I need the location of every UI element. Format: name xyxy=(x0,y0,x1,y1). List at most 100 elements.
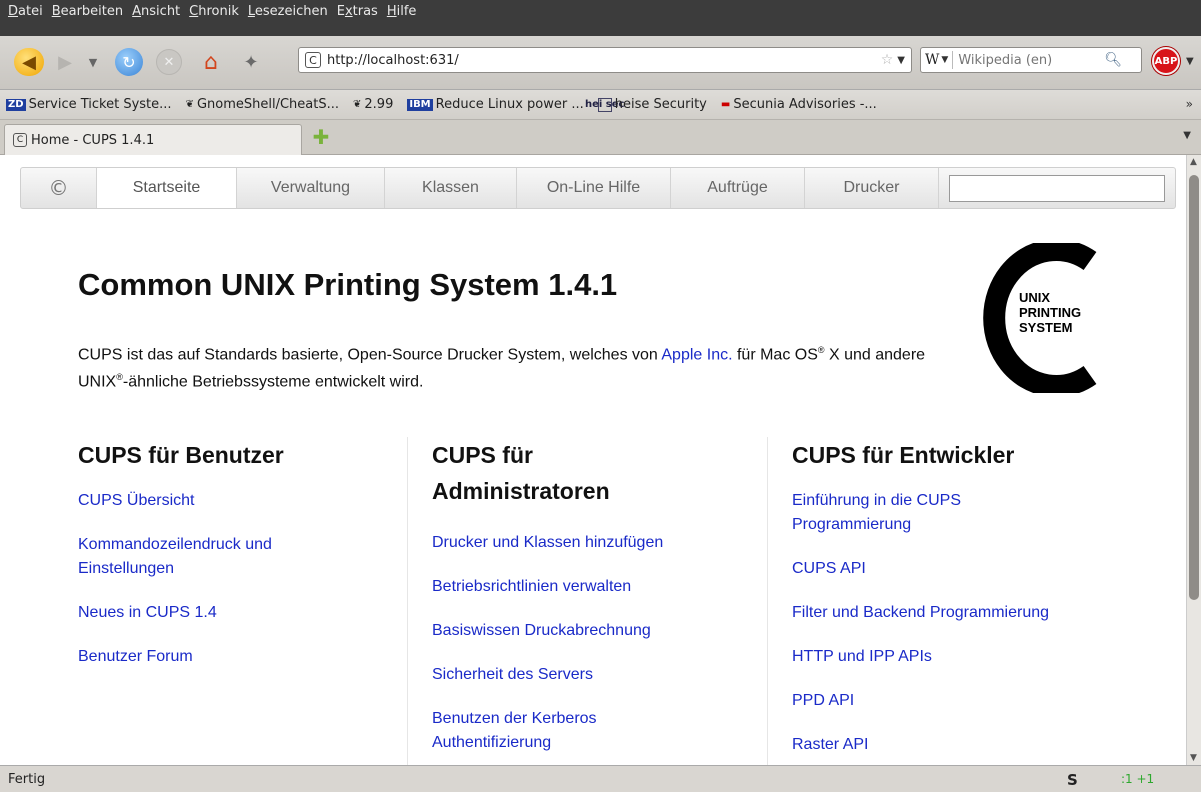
navigation-toolbar: ◀ ▶ ▼ ↻ ✕ ⌂ ✦ C http://localhost:631/ ☆ … xyxy=(0,36,1201,90)
page-title: Common UNIX Printing System 1.4.1 xyxy=(78,267,618,302)
tab-auftraege[interactable]: Auftrüge xyxy=(671,168,805,208)
column-heading: CUPS für Entwickler xyxy=(792,442,1015,468)
wikipedia-icon[interactable]: W xyxy=(925,52,939,68)
url-bar[interactable]: C http://localhost:631/ ☆ ▼ xyxy=(298,47,912,73)
heise-icon: hei sec xyxy=(585,97,625,112)
gnome-foot-icon: ❦ xyxy=(185,99,194,110)
cups-logo-icon[interactable]: © xyxy=(21,168,97,208)
status-bar: Fertig S :1 +1 xyxy=(0,765,1201,792)
search-icon[interactable]: 🔍︎ xyxy=(1104,52,1122,68)
menu-bearbeiten[interactable]: Bearbeiten xyxy=(52,4,123,19)
tab-online-hilfe[interactable]: On-Line Hilfe xyxy=(517,168,671,208)
link-raster-api[interactable]: Raster API xyxy=(792,736,868,753)
home-button[interactable]: ⌂ xyxy=(196,48,226,76)
link-neues-in-cups[interactable]: Neues in CUPS 1.4 xyxy=(78,604,217,621)
cups-navigation: © Startseite Verwaltung Klassen On-Line … xyxy=(20,167,1176,209)
search-input[interactable] xyxy=(958,52,1099,68)
bookmark-star-icon[interactable]: ☆ xyxy=(881,52,894,68)
intro-paragraph: CUPS ist das auf Standards basierte, Ope… xyxy=(78,345,926,391)
forward-arrow-icon: ▶ xyxy=(58,51,72,73)
tab-klassen[interactable]: Klassen xyxy=(385,168,517,208)
search-divider xyxy=(952,51,954,69)
gnome-foot-icon: ❦ xyxy=(353,99,362,110)
url-text[interactable]: http://localhost:631/ xyxy=(327,53,881,68)
column-developers: CUPS für Entwickler Einführung in die CU… xyxy=(767,437,1097,765)
link-drucker-hinzufuegen[interactable]: Drucker und Klassen hinzufügen xyxy=(432,534,663,551)
menu-datei[interactable]: Datei xyxy=(8,4,43,19)
menu-ansicht[interactable]: Ansicht xyxy=(132,4,180,19)
new-tab-button[interactable]: ✚ xyxy=(310,125,332,149)
link-cups-uebersicht[interactable]: CUPS Übersicht xyxy=(78,492,194,509)
chevron-down-icon[interactable]: ▼ xyxy=(941,55,948,65)
link-betriebsrichtlinien[interactable]: Betriebsrichtlinien verwalten xyxy=(432,578,631,595)
link-kerberos[interactable]: Benutzen der Kerberos Authentifizierung xyxy=(432,710,597,751)
column-admins: CUPS für Administratoren Drucker und Kla… xyxy=(407,437,743,765)
forward-button[interactable]: ▶ xyxy=(52,51,78,73)
page-content: © Startseite Verwaltung Klassen On-Line … xyxy=(0,155,1186,765)
sync-icon[interactable]: S xyxy=(1067,771,1078,789)
menu-hilfe[interactable]: Hilfe xyxy=(387,4,417,19)
chevron-right-icon[interactable]: » xyxy=(1186,97,1193,111)
bookmark-item[interactable]: ❦ 2.99 xyxy=(353,97,393,112)
chevron-down-icon: ▼ xyxy=(88,55,98,69)
menu-chronik[interactable]: Chronik xyxy=(189,4,239,19)
stop-icon: ✕ xyxy=(163,54,175,70)
zd-icon: ZD xyxy=(6,98,26,111)
status-text: Fertig xyxy=(8,771,46,787)
vertical-scrollbar[interactable]: ▲ ▼ xyxy=(1186,155,1201,765)
menu-extras[interactable]: Extras xyxy=(337,4,378,19)
link-sicherheit[interactable]: Sicherheit des Servers xyxy=(432,666,593,683)
chevron-down-icon[interactable]: ▼ xyxy=(1190,753,1197,763)
cups-favicon-icon: C xyxy=(13,133,27,147)
reload-icon: ↻ xyxy=(122,52,136,72)
tab-startseite[interactable]: Startseite xyxy=(97,168,237,208)
chevron-down-icon[interactable]: ▼ xyxy=(1183,130,1191,141)
back-button[interactable]: ◀ xyxy=(14,48,44,76)
apple-link[interactable]: Apple Inc. xyxy=(661,346,732,363)
stop-button[interactable]: ✕ xyxy=(156,49,182,75)
link-filter-backend[interactable]: Filter und Backend Programmierung xyxy=(792,604,1049,621)
chevron-up-icon[interactable]: ▲ xyxy=(1190,157,1197,167)
tab-home-cups[interactable]: C Home - CUPS 1.4.1 xyxy=(4,124,302,155)
link-einfuehrung-programmierung[interactable]: Einführung in die CUPS Programmierung xyxy=(792,492,961,533)
unix-printing-system-logo: UNIX PRINTING SYSTEM xyxy=(983,243,1097,393)
link-druckabrechnung[interactable]: Basiswissen Druckabrechnung xyxy=(432,622,651,639)
reload-button[interactable]: ↻ xyxy=(115,48,143,76)
tab-bar: C Home - CUPS 1.4.1 ✚ ▼ xyxy=(0,120,1201,155)
tab-drucker[interactable]: Drucker xyxy=(805,168,939,208)
site-identity-icon[interactable]: C xyxy=(305,52,321,68)
link-ppd-api[interactable]: PPD API xyxy=(792,692,854,709)
column-users: CUPS für Benutzer CUPS Übersicht Kommand… xyxy=(78,437,378,669)
history-dropdown-button[interactable]: ▼ xyxy=(83,52,103,72)
tab-verwaltung[interactable]: Verwaltung xyxy=(237,168,385,208)
status-counter: :1 +1 xyxy=(1121,772,1155,786)
link-cups-api[interactable]: CUPS API xyxy=(792,560,866,577)
menu-lesezeichen[interactable]: Lesezeichen xyxy=(248,4,328,19)
adblock-plus-button[interactable]: ABP xyxy=(1152,47,1180,75)
bookmark-item[interactable]: ▬ Secunia Advisories -... xyxy=(721,97,877,112)
column-heading: CUPS für Benutzer xyxy=(78,442,284,468)
bookmark-item[interactable]: ZD Service Ticket Syste... xyxy=(6,97,172,112)
bookmark-item[interactable]: IBM Reduce Linux power ... xyxy=(407,97,584,112)
cups-search-input[interactable] xyxy=(949,175,1165,202)
chevron-down-icon[interactable]: ▼ xyxy=(1186,56,1194,67)
bookmarks-toolbar: ZD Service Ticket Syste... ❦ GnomeShell/Ch… xyxy=(0,90,1201,120)
scrollbar-thumb[interactable] xyxy=(1189,175,1199,600)
bookmark-item[interactable]: hei sec heise Security xyxy=(585,97,707,112)
home-icon: ⌂ xyxy=(204,49,218,75)
bookmark-item[interactable]: ❦ GnomeShell/CheatS... xyxy=(186,97,339,112)
plus-icon: ✚ xyxy=(312,125,330,149)
tab-title: Home - CUPS 1.4.1 xyxy=(31,132,155,148)
bookmark-page-button[interactable]: ✦ xyxy=(236,48,266,76)
link-kommandozeilendruck[interactable]: Kommandozeilendruck und Einstellungen xyxy=(78,536,272,577)
menubar: Datei Bearbeiten Ansicht Chronik Lesezei… xyxy=(0,0,1201,36)
logo-text: SYSTEM xyxy=(1019,320,1072,335)
ibm-icon: IBM xyxy=(407,98,433,111)
search-bar[interactable]: W ▼ 🔍︎ xyxy=(920,47,1142,73)
back-arrow-icon: ◀ xyxy=(22,51,36,73)
bookmark-star-icon: ✦ xyxy=(243,51,259,73)
link-http-ipp-apis[interactable]: HTTP und IPP APIs xyxy=(792,648,932,665)
chevron-down-icon[interactable]: ▼ xyxy=(897,55,905,66)
logo-text: UNIX xyxy=(1019,290,1050,305)
link-benutzer-forum[interactable]: Benutzer Forum xyxy=(78,648,193,665)
